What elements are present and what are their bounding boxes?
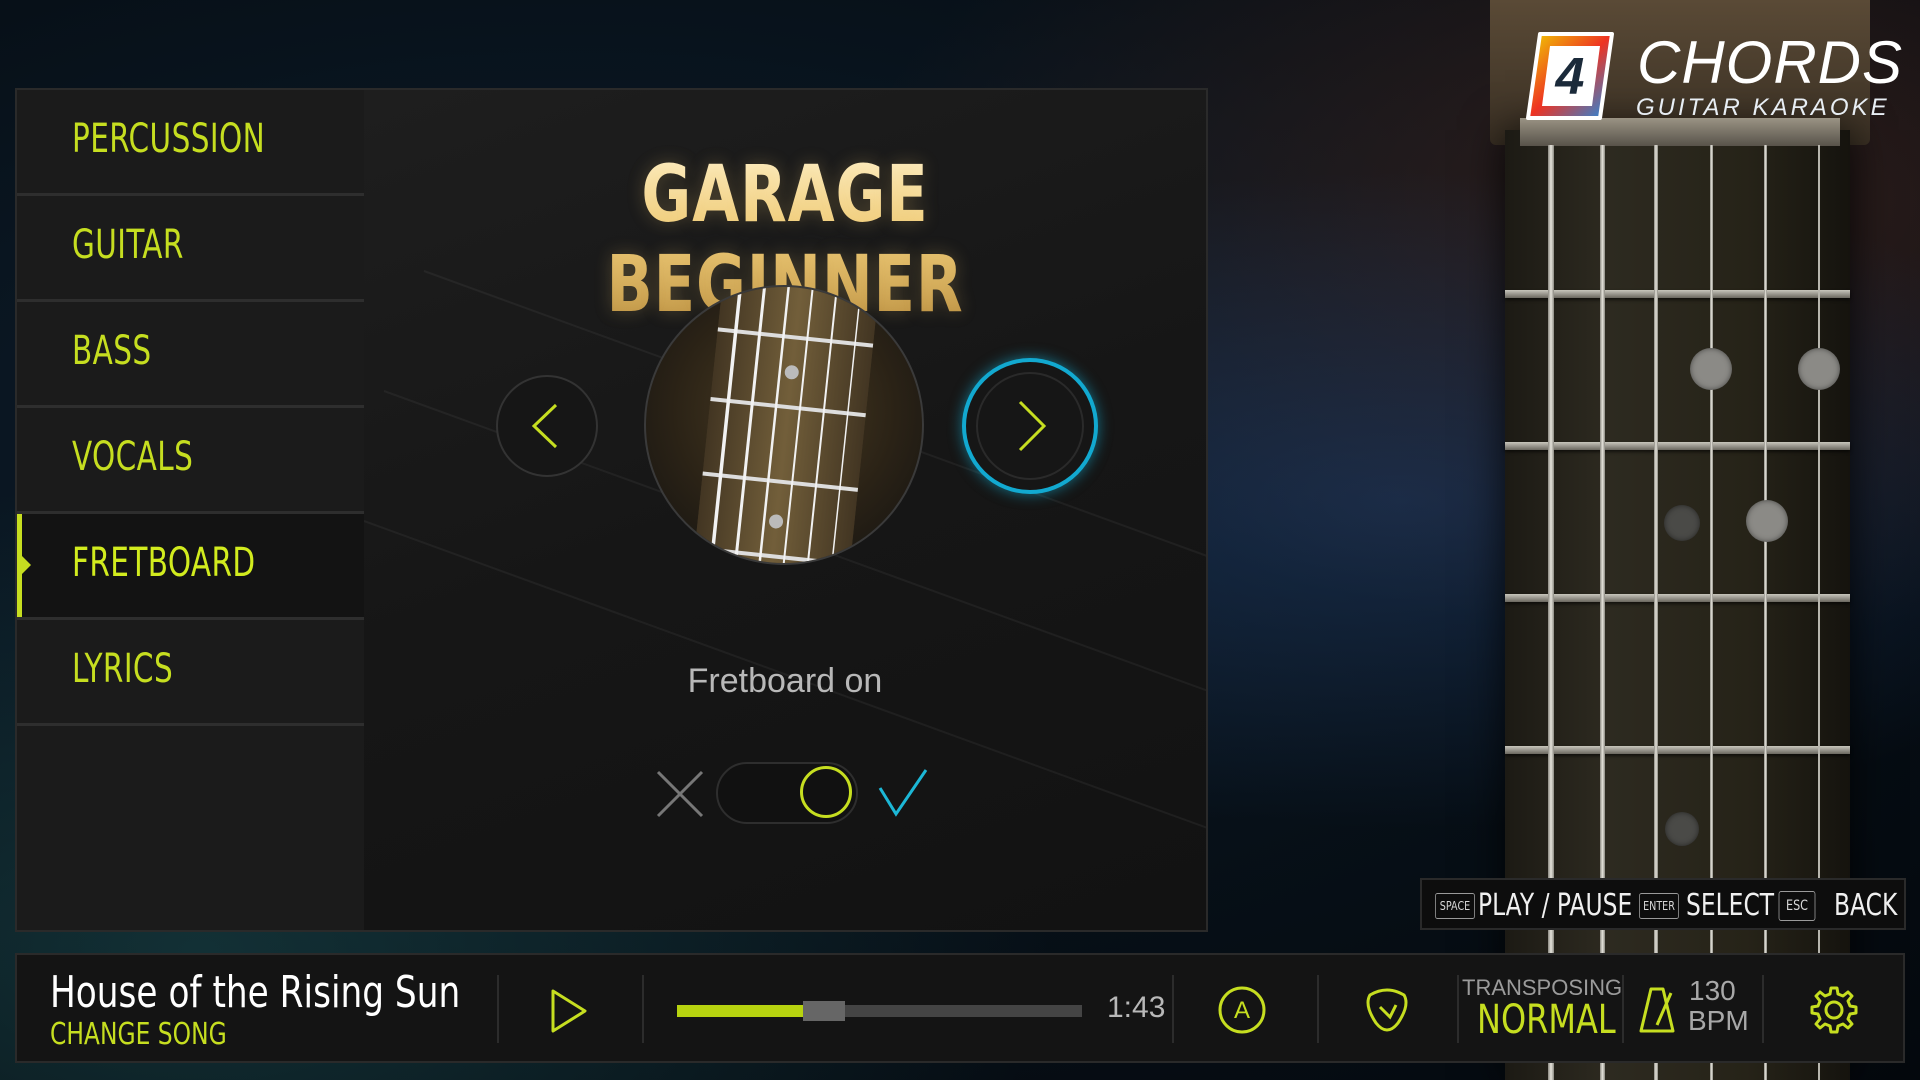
tab-label: FRETBOARD <box>72 540 256 586</box>
bpm-value[interactable]: 130 <box>1689 975 1736 1007</box>
svg-text:4: 4 <box>1555 48 1585 106</box>
next-preset-button[interactable] <box>962 358 1098 494</box>
player-bar: House of the Rising Sun CHANGE SONG 1:43… <box>15 953 1905 1063</box>
play-button[interactable] <box>547 987 591 1035</box>
transposing-value[interactable]: NORMAL <box>1477 997 1616 1043</box>
esc-key-hint: ESC <box>1778 891 1816 921</box>
tab-bass[interactable]: BASS <box>17 302 364 408</box>
previous-preset-button[interactable] <box>496 375 598 477</box>
off-x-icon[interactable] <box>654 768 706 820</box>
tab-label: PERCUSSION <box>72 116 266 162</box>
app-logo: 4 CHORDS GUITAR KARAOKE <box>1520 26 1904 136</box>
instrument-settings-panel: PERCUSSION GUITAR BASS VOCALS FRETBOARD … <box>15 88 1208 932</box>
back-hint: BACK <box>1834 888 1898 923</box>
playback-time: 1:43 <box>1107 991 1166 1024</box>
keyboard-hints-bar: SPACE PLAY / PAUSE ENTER SELECT ESC BACK <box>1420 878 1906 930</box>
neck-fret <box>1505 746 1850 754</box>
fret-inlay <box>1690 348 1732 390</box>
change-song-link[interactable]: CHANGE SONG <box>50 1017 227 1052</box>
divider <box>642 975 644 1043</box>
progress-fill <box>677 1005 807 1017</box>
toggle-knob <box>800 766 852 818</box>
svg-text:A: A <box>1234 997 1250 1024</box>
tab-vocals[interactable]: VOCALS <box>17 408 364 514</box>
neck-fret <box>1505 594 1850 602</box>
divider <box>1317 975 1319 1043</box>
fretboard-preview-graphic <box>691 287 881 563</box>
neck-fret <box>1505 442 1850 450</box>
fret-inlay <box>1798 348 1840 390</box>
logo-badge-icon: 4 <box>1526 32 1614 120</box>
divider <box>1172 975 1174 1043</box>
neck-string <box>1548 145 1554 1080</box>
divider <box>497 975 499 1043</box>
neck-string <box>1600 145 1605 1080</box>
fretboard-option-label: Fretboard on <box>687 662 883 700</box>
space-key-hint: SPACE <box>1435 893 1475 919</box>
tab-label: GUITAR <box>72 222 184 268</box>
divider <box>1457 975 1459 1043</box>
guitar-pick-icon[interactable] <box>1360 983 1414 1037</box>
guitar-neck <box>1505 130 1850 1080</box>
tab-fretboard[interactable]: FRETBOARD <box>17 514 364 620</box>
song-title: House of the Rising Sun <box>50 967 461 1018</box>
neck-fret <box>1505 290 1850 298</box>
divider <box>1622 975 1624 1043</box>
fretboard-toggle-switch[interactable] <box>716 762 858 824</box>
neck-string <box>1710 145 1713 1080</box>
tab-label: LYRICS <box>72 646 174 692</box>
active-tab-arrow-icon <box>22 556 31 574</box>
preset-content: GARAGE BEGINNER <box>364 90 1206 930</box>
sidebar: PERCUSSION GUITAR BASS VOCALS FRETBOARD … <box>17 90 364 930</box>
divider <box>1762 975 1764 1043</box>
tab-label: VOCALS <box>72 434 194 480</box>
bpm-unit: BPM <box>1688 1005 1749 1036</box>
fret-inlay <box>1664 505 1700 541</box>
neck-string <box>1818 145 1820 1080</box>
fret-inlay <box>1665 812 1699 846</box>
fretboard-preview-image <box>644 285 924 565</box>
neck-string <box>1654 145 1658 1080</box>
tab-label: BASS <box>72 328 152 374</box>
logo-title: CHORDS <box>1637 29 1904 96</box>
chevron-left-icon <box>531 403 558 449</box>
on-check-icon[interactable] <box>876 766 930 820</box>
logo-subtitle: GUITAR KARAOKE <box>1636 94 1890 121</box>
enter-key-hint: ENTER <box>1639 893 1679 919</box>
auto-mode-button[interactable]: A <box>1217 985 1267 1035</box>
song-progress-bar[interactable] <box>677 1001 1082 1021</box>
select-hint: SELECT <box>1686 888 1775 923</box>
settings-gear-icon[interactable] <box>1809 985 1859 1035</box>
metronome-icon[interactable] <box>1637 985 1677 1035</box>
tab-lyrics[interactable]: LYRICS <box>17 620 364 726</box>
tab-guitar[interactable]: GUITAR <box>17 196 364 302</box>
chevron-right-icon <box>1018 400 1047 452</box>
fret-inlay <box>1746 500 1788 542</box>
progress-thumb[interactable] <box>802 1001 845 1021</box>
neck-string <box>1764 145 1767 1080</box>
tab-percussion[interactable]: PERCUSSION <box>17 90 364 196</box>
play-pause-hint: PLAY / PAUSE <box>1478 888 1633 923</box>
